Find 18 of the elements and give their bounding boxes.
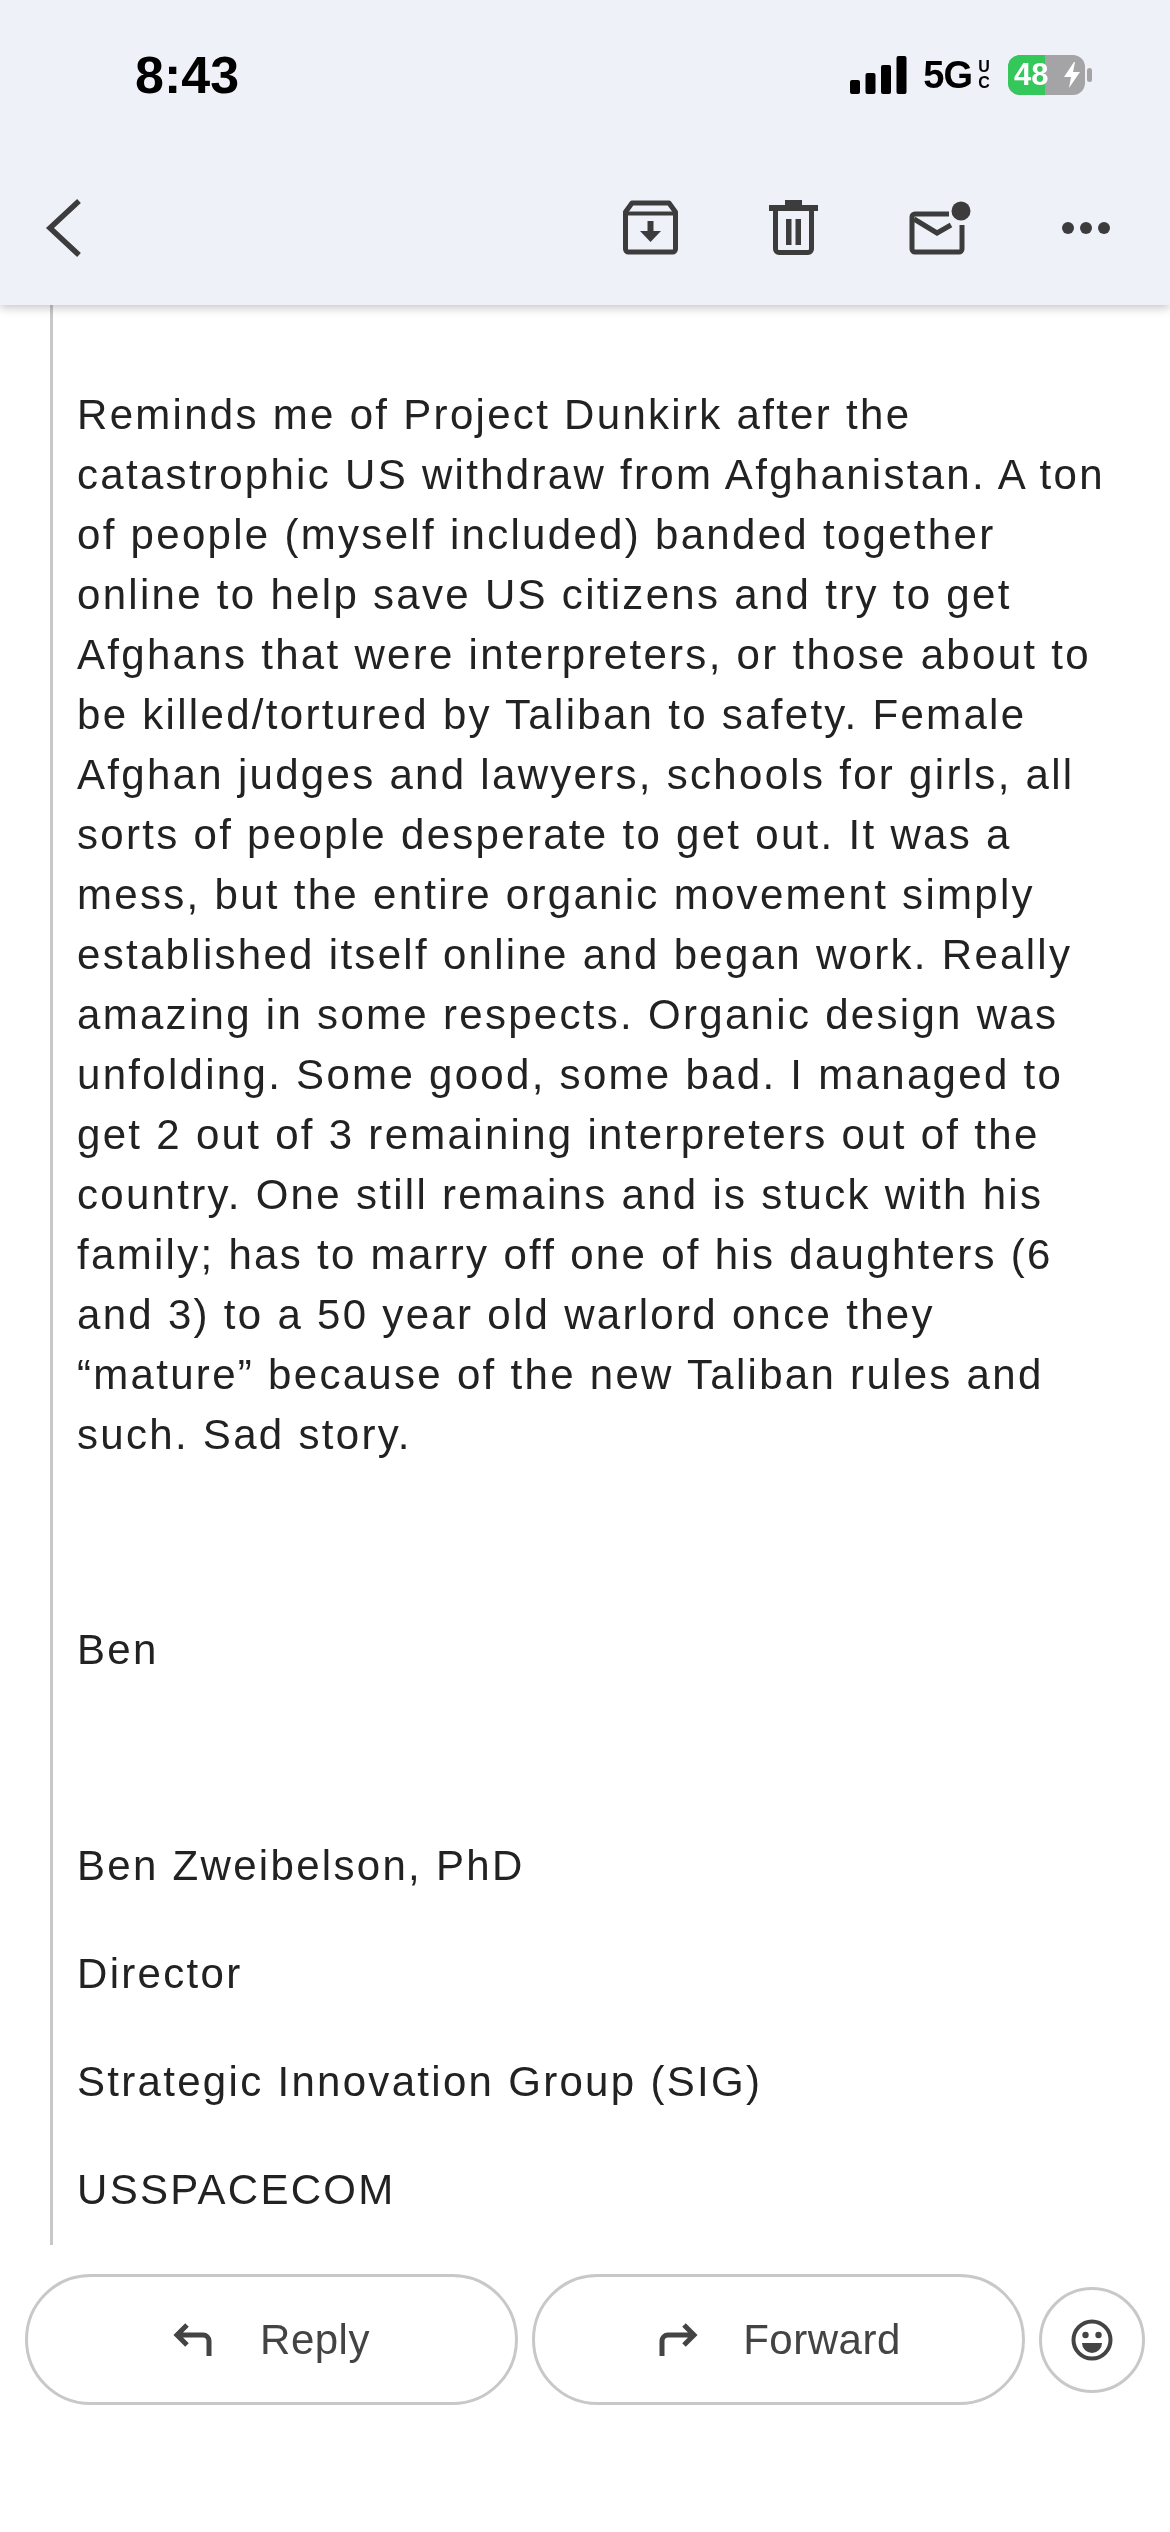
- mail-dot-icon[interactable]: [909, 200, 971, 255]
- signal-icon: [850, 56, 908, 94]
- network-suffix: UC: [977, 59, 991, 91]
- smiley-icon: [1071, 2318, 1113, 2361]
- archive-icon[interactable]: [623, 200, 678, 255]
- signature-line: Strategic Innovation Group (SIG): [77, 2057, 763, 2107]
- signature-line: USSPACECOM: [77, 2165, 396, 2215]
- signature-line: Director: [77, 1949, 243, 1999]
- back-icon[interactable]: [45, 197, 83, 258]
- trash-icon[interactable]: [769, 200, 818, 255]
- reply-button[interactable]: Reply: [25, 2274, 518, 2405]
- network-label: 5G: [923, 56, 972, 94]
- signoff-text: Ben: [77, 1625, 159, 1675]
- message-paragraph: Reminds me of Project Dunkirk after the catastrophic US withdraw from Afghanistan. A ton of people (myself included) banded together online to help save US citizens and try to get Afghans that were interpreters, or those about to be killed/tortured by Taliban to safety. Female Afghan judges and lawyers, schools for girls, all sorts of people desperate to get out. It was a mess, but the entire organic movement simply established itself online and began work. Really amazing in some respects. Organic design was unfolding. Some good, some bad. I managed to get 2 out of 3 remaining interpreters out of the country. One still remains and is stuck with his family; has to marry off one of his daughters (6 and 3) to a 50 year old warlord once they “mature” because of the new Taliban rules and such. Sad story.: [77, 390, 1106, 1460]
- more-icon[interactable]: [1062, 221, 1110, 234]
- forward-button[interactable]: Forward: [532, 2274, 1025, 2405]
- signature-line: Ben Zweibelson, PhD: [77, 1841, 525, 1891]
- status-time: 8:43: [135, 49, 240, 101]
